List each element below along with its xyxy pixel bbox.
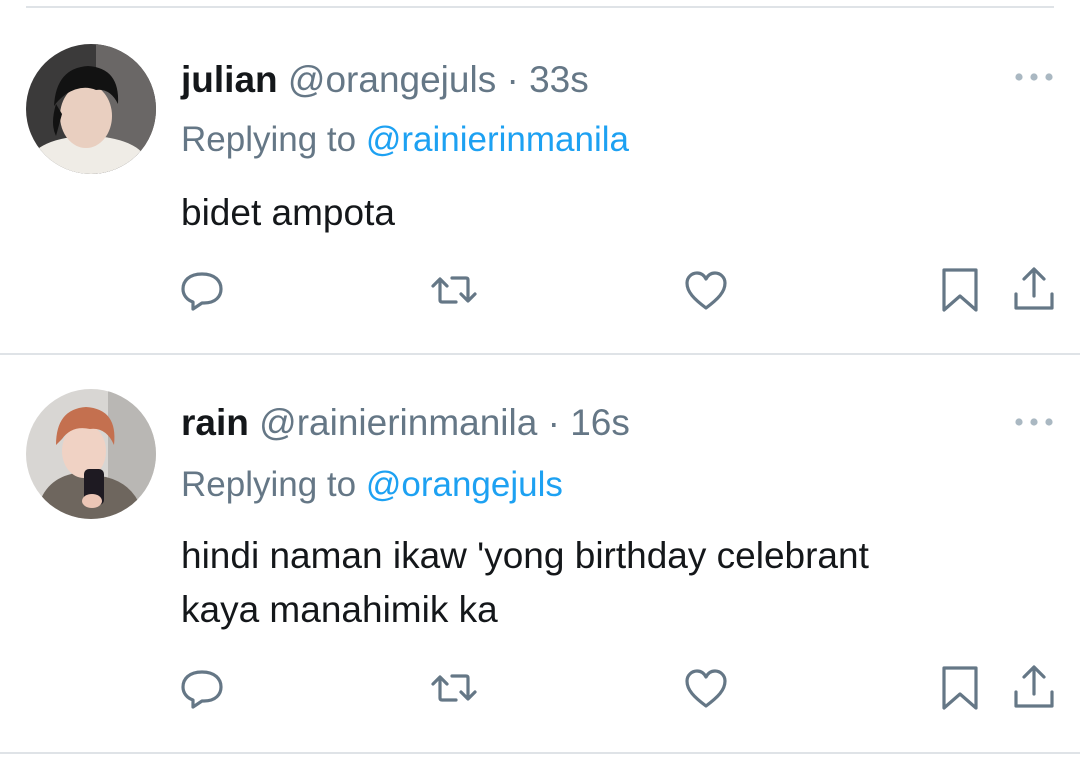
bookmark-icon[interactable] — [934, 264, 986, 316]
tweet-text-line: hindi naman ikaw 'yong birthday celebran… — [181, 535, 869, 576]
user-handle[interactable]: @orangejuls — [288, 59, 496, 100]
tweet-header: rain @rainierinmanila · 16s — [181, 401, 630, 445]
display-name[interactable]: julian — [181, 59, 278, 100]
tweet-text-line: kaya manahimik ka — [181, 589, 498, 630]
replying-label: Replying to — [181, 120, 366, 159]
replying-label: Replying to — [181, 465, 366, 504]
tweet-header: julian @orangejuls · 33s — [181, 58, 589, 102]
replying-to: Replying to @rainierinmanila — [181, 118, 629, 162]
retweet-icon[interactable] — [428, 662, 480, 714]
share-icon[interactable] — [1008, 662, 1060, 714]
reply-icon[interactable] — [176, 264, 228, 316]
avatar[interactable] — [26, 44, 156, 174]
user-handle[interactable]: @rainierinmanila — [259, 402, 537, 443]
tweet[interactable]: julian @orangejuls · 33s Replying to @ra… — [0, 8, 1080, 353]
tweet-text: bidet ampota — [181, 186, 1041, 240]
avatar[interactable] — [26, 389, 156, 519]
retweet-icon[interactable] — [428, 264, 480, 316]
more-options-icon[interactable] — [1014, 415, 1054, 427]
tweet-text: hindi naman ikaw 'yong birthday celebran… — [181, 529, 1041, 637]
reply-thread: julian @orangejuls · 33s Replying to @ra… — [0, 0, 1080, 760]
more-options-icon[interactable] — [1014, 70, 1054, 82]
like-icon[interactable] — [680, 264, 732, 316]
replying-to: Replying to @orangejuls — [181, 463, 563, 507]
separator: · — [547, 402, 560, 443]
timestamp[interactable]: 33s — [529, 59, 589, 100]
timestamp[interactable]: 16s — [570, 402, 630, 443]
tweet[interactable]: rain @rainierinmanila · 16s Replying to … — [0, 355, 1080, 752]
tweet-actions — [0, 260, 1080, 320]
tweet-text-line: bidet ampota — [181, 192, 395, 233]
display-name[interactable]: rain — [181, 402, 249, 443]
tweet-actions — [0, 658, 1080, 718]
bookmark-icon[interactable] — [934, 662, 986, 714]
reply-icon[interactable] — [176, 662, 228, 714]
mention-link[interactable]: @rainierinmanila — [366, 120, 629, 159]
like-icon[interactable] — [680, 662, 732, 714]
divider — [0, 752, 1080, 754]
mention-link[interactable]: @orangejuls — [366, 465, 563, 504]
share-icon[interactable] — [1008, 264, 1060, 316]
separator: · — [506, 59, 519, 100]
